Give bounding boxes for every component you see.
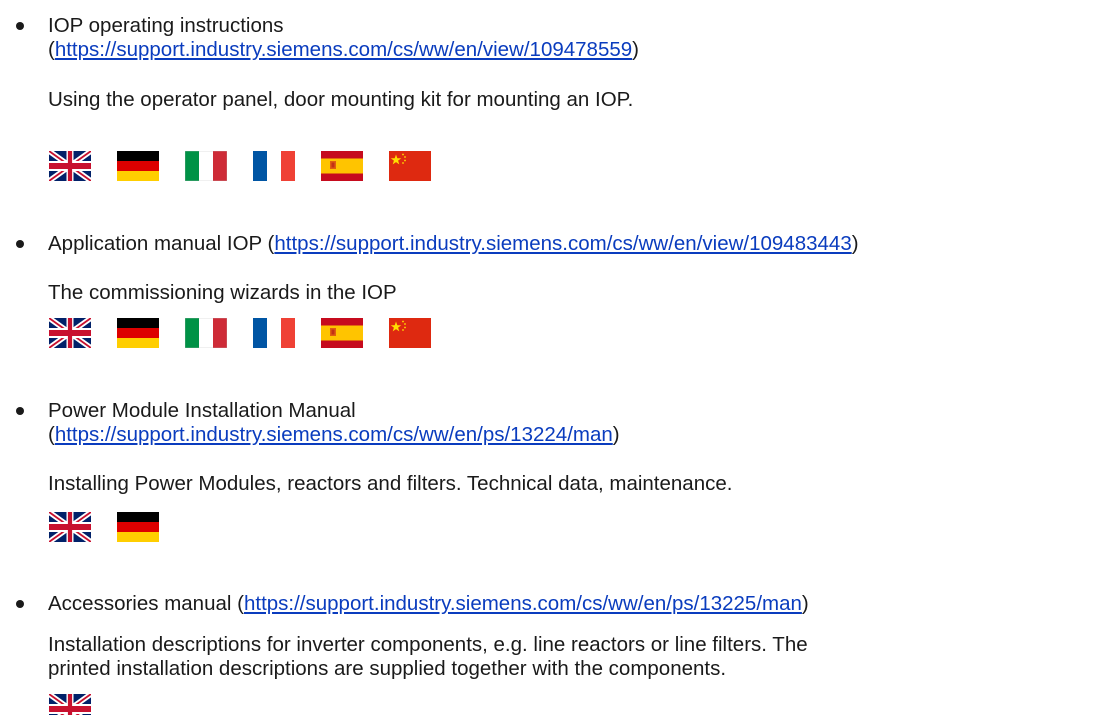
manual-link[interactable]: https://support.industry.siemens.com/cs/… [244,592,802,615]
language-flags [49,318,457,348]
language-flags [49,694,117,715]
uk-flag-icon[interactable] [49,318,91,348]
uk-flag-icon[interactable] [49,151,91,181]
close-paren: ) [612,423,620,446]
close-paren: ) [851,232,859,255]
spain-flag-icon[interactable] [321,318,363,348]
description-line: Installation descriptions for inverter c… [48,633,808,656]
italy-flag-icon[interactable] [185,318,227,348]
entry-description: Using the operator panel, door mounting … [48,88,633,112]
germany-flag-icon[interactable] [117,318,159,348]
description-line: Using the operator panel, door mounting … [48,88,634,111]
manual-link[interactable]: https://support.industry.siemens.com/cs/… [55,38,632,61]
france-flag-icon[interactable] [253,151,295,181]
entry-heading: Accessories manual (https://support.indu… [48,592,809,616]
entry-description: The commissioning wizards in the IOP [48,281,397,305]
document-page: IOP operating instructions (https://supp… [0,0,1113,717]
uk-flag-icon[interactable] [49,694,91,715]
bullet-point [16,22,24,30]
uk-flag-icon[interactable] [49,512,91,542]
manual-link[interactable]: https://support.industry.siemens.com/cs/… [55,423,613,446]
entry-heading: Application manual IOP (https://support.… [48,232,859,256]
bullet-point [16,240,24,248]
entry-title: Application manual IOP ( [48,232,275,255]
close-paren: ) [801,592,809,615]
language-flags [49,151,457,181]
close-paren: ) [632,38,639,61]
china-flag-icon[interactable] [389,318,431,348]
description-line: Installing Power Modules, reactors and f… [48,472,733,495]
entry-title: IOP operating instructions [48,14,284,37]
entry-description: Installation descriptions for inverter c… [48,633,808,681]
china-flag-icon[interactable] [389,151,431,181]
entry-heading: Power Module Installation Manual (https:… [48,399,620,447]
italy-flag-icon[interactable] [185,151,227,181]
bullet-point [16,407,24,415]
description-line: The commissioning wizards in the IOP [48,281,397,304]
spain-flag-icon[interactable] [321,151,363,181]
entry-heading: IOP operating instructions (https://supp… [48,14,639,62]
open-paren: ( [48,423,55,446]
bullet-point [16,600,24,608]
description-line: printed installation descriptions are su… [48,657,727,680]
manual-link[interactable]: https://support.industry.siemens.com/cs/… [274,232,851,255]
entry-title: Power Module Installation Manual [48,399,356,422]
germany-flag-icon[interactable] [117,512,159,542]
germany-flag-icon[interactable] [117,151,159,181]
language-flags [49,512,185,542]
open-paren: ( [48,38,55,61]
entry-title: Accessories manual ( [48,592,244,615]
france-flag-icon[interactable] [253,318,295,348]
entry-description: Installing Power Modules, reactors and f… [48,472,732,496]
